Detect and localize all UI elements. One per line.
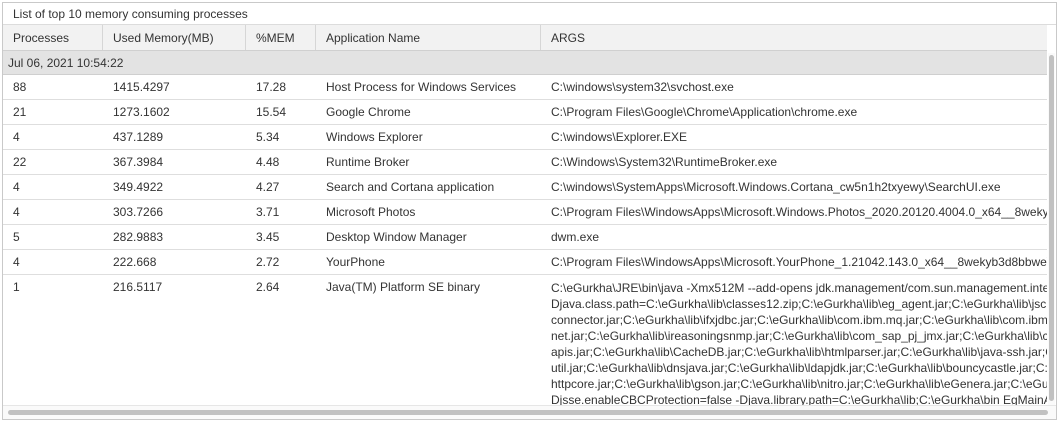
- table-row[interactable]: 5 282.9883 3.45 Desktop Window Manager d…: [3, 225, 1047, 250]
- table-header: Processes Used Memory(MB) %MEM Applicati…: [3, 25, 1047, 51]
- table-row[interactable]: 4 303.7266 3.71 Microsoft Photos C:\Prog…: [3, 200, 1047, 225]
- mem-percent-cell: 3.71: [256, 205, 280, 219]
- mem-percent-cell: 17.28: [256, 80, 287, 94]
- table-row[interactable]: 1 216.5117 2.64 Java(TM) Platform SE bin…: [3, 275, 1047, 405]
- used-memory-cell: 282.9883: [113, 230, 164, 244]
- application-name-cell: Host Process for Windows Services: [326, 80, 517, 94]
- args-cell: C:\Program Files\Google\Chrome\Applicati…: [551, 105, 858, 119]
- mem-percent-cell: 2.72: [256, 255, 280, 269]
- processes-cell: 4: [13, 205, 20, 219]
- application-name-cell: Desktop Window Manager: [326, 230, 467, 244]
- used-memory-cell: 303.7266: [113, 205, 164, 219]
- process-table: Processes Used Memory(MB) %MEM Applicati…: [3, 25, 1056, 407]
- mem-percent-cell: 4.27: [256, 180, 280, 194]
- process-panel: List of top 10 memory consuming processe…: [2, 2, 1057, 420]
- args-cell: C:\windows\Explorer.EXE: [551, 130, 688, 144]
- used-memory-cell: 1273.1602: [113, 105, 170, 119]
- mem-percent-cell: 4.48: [256, 155, 280, 169]
- table-row[interactable]: 22 367.3984 4.48 Runtime Broker C:\Windo…: [3, 150, 1047, 175]
- mem-percent-cell: 5.34: [256, 130, 280, 144]
- column-header-application-name[interactable]: Application Name: [316, 25, 541, 50]
- args-cell: C:\windows\system32\svchost.exe: [551, 80, 734, 94]
- processes-cell: 5: [13, 230, 20, 244]
- args-cell: dwm.exe: [551, 230, 600, 244]
- application-name-cell: Runtime Broker: [326, 155, 410, 169]
- processes-cell: 22: [13, 155, 27, 169]
- panel-title: List of top 10 memory consuming processe…: [3, 3, 1056, 25]
- vertical-scrollbar[interactable]: [1048, 53, 1055, 405]
- table-row[interactable]: 21 1273.1602 15.54 Google Chrome C:\Prog…: [3, 100, 1047, 125]
- used-memory-cell: 367.3984: [113, 155, 164, 169]
- args-cell: C:\Windows\System32\RuntimeBroker.exe: [551, 155, 778, 169]
- used-memory-cell: 349.4922: [113, 180, 164, 194]
- timestamp-group-row: Jul 06, 2021 10:54:22: [3, 51, 1047, 75]
- application-name-cell: Microsoft Photos: [326, 205, 416, 219]
- mem-percent-cell: 15.54: [256, 105, 287, 119]
- horizontal-scrollbar[interactable]: [3, 405, 1056, 419]
- application-name-cell: Google Chrome: [326, 105, 411, 119]
- table-row[interactable]: 88 1415.4297 17.28 Host Process for Wind…: [3, 75, 1047, 100]
- application-name-cell: Search and Cortana application: [326, 180, 495, 194]
- mem-percent-cell: 2.64: [256, 280, 280, 294]
- processes-cell: 4: [13, 130, 20, 144]
- table-row[interactable]: 4 437.1289 5.34 Windows Explorer C:\wind…: [3, 125, 1047, 150]
- horizontal-scrollbar-thumb[interactable]: [8, 410, 1048, 415]
- args-cell: C:\eGurkha\JRE\bin\java -Xmx512M --add-o…: [551, 281, 1047, 405]
- used-memory-cell: 437.1289: [113, 130, 164, 144]
- args-cell: C:\Program Files\WindowsApps\Microsoft.W…: [551, 205, 1047, 219]
- used-memory-cell: 222.668: [113, 255, 157, 269]
- processes-cell: 1: [13, 280, 20, 294]
- vertical-scrollbar-thumb[interactable]: [1049, 55, 1054, 401]
- used-memory-cell: 216.5117: [113, 280, 163, 294]
- column-header-mem-percent[interactable]: %MEM: [246, 25, 316, 50]
- column-header-args[interactable]: ARGS: [541, 25, 1047, 50]
- application-name-cell: Windows Explorer: [326, 130, 423, 144]
- args-cell: C:\Program Files\WindowsApps\Microsoft.Y…: [551, 255, 1047, 269]
- table-row[interactable]: 4 349.4922 4.27 Search and Cortana appli…: [3, 175, 1047, 200]
- column-header-used-memory[interactable]: Used Memory(MB): [103, 25, 246, 50]
- args-cell: C:\windows\SystemApps\Microsoft.Windows.…: [551, 180, 1001, 194]
- processes-cell: 21: [13, 105, 27, 119]
- processes-cell: 4: [13, 255, 20, 269]
- application-name-cell: YourPhone: [326, 255, 385, 269]
- table-row[interactable]: 4 222.668 2.72 YourPhone C:\Program File…: [3, 250, 1047, 275]
- processes-cell: 88: [13, 80, 27, 94]
- used-memory-cell: 1415.4297: [113, 80, 170, 94]
- mem-percent-cell: 3.45: [256, 230, 280, 244]
- processes-cell: 4: [13, 180, 20, 194]
- column-header-processes[interactable]: Processes: [3, 25, 103, 50]
- application-name-cell: Java(TM) Platform SE binary: [326, 280, 481, 294]
